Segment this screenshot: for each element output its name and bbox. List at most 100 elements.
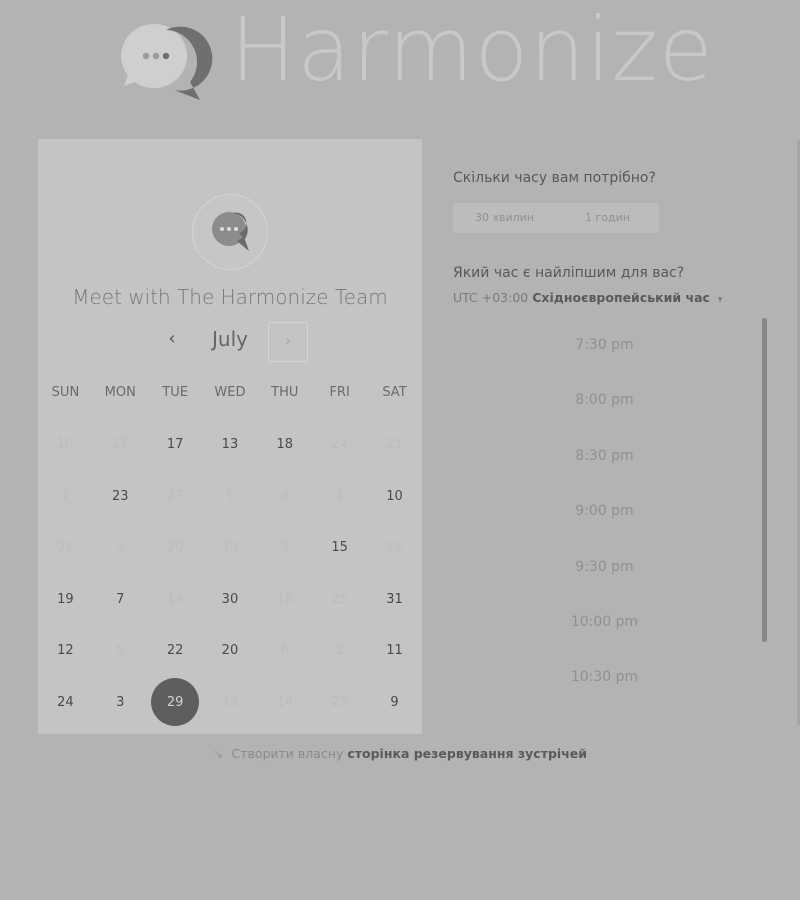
time-slot-scrollbar[interactable] [762, 318, 767, 642]
month-navigation: ‹ July › [38, 321, 422, 362]
calendar-day[interactable]: 22 [148, 625, 203, 677]
weekday-label: WED [214, 385, 246, 400]
time-slot[interactable]: 9:00 pm [453, 484, 756, 539]
calendar-day-number: 13 [221, 694, 239, 710]
calendar-day[interactable]: 11 [367, 625, 422, 677]
calendar-day-number: 26 [57, 540, 74, 555]
meeting-title: Meet with The Harmonize Team [72, 285, 388, 309]
calendar-day-number: 18 [276, 437, 294, 452]
calendar-day-number: 11 [386, 643, 403, 658]
calendar-day[interactable]: 7 [93, 574, 148, 626]
weekday-label: SAT [382, 385, 407, 400]
avatar [192, 194, 268, 270]
weekday-label: MON [104, 385, 136, 400]
calendar-day-number: 2 [61, 488, 70, 504]
calendar-day-number: 7 [116, 591, 125, 607]
calendar-day: 2 [38, 471, 93, 523]
calendar-day: 13 [203, 677, 258, 729]
calendar-day[interactable]: 19 [38, 574, 93, 626]
calendar-card: Meet with The Harmonize Team ‹ July › SU… [38, 139, 422, 734]
time-slot[interactable]: 8:00 pm [453, 373, 756, 428]
calendar-day: 25 [312, 677, 367, 729]
next-month-button[interactable]: › [268, 322, 308, 362]
calendar-day: 9 [257, 522, 312, 574]
calendar-day-number: 20 [221, 643, 239, 658]
calendar-day[interactable]: 10 [367, 471, 422, 523]
calendar-week-row: 26 2 20 30 9 15 22 [38, 522, 422, 574]
duration-option-30min[interactable]: 30 хвилин [453, 203, 556, 233]
calendar-day: 1 [312, 471, 367, 523]
calendar-day-selected[interactable]: 29 [148, 677, 203, 729]
calendar-day-number: 1 [335, 488, 344, 504]
calendar-day[interactable]: 9 [367, 677, 422, 729]
logo-text: Harmonize [230, 0, 714, 101]
arrow-icon: ↘ [212, 746, 224, 761]
calendar-day: 24 [312, 419, 367, 471]
calendar-day[interactable]: 30 [203, 574, 258, 626]
calendar-day-number: 3 [116, 694, 125, 710]
time-slot[interactable]: 7:30 pm [453, 318, 756, 373]
calendar-day-number: 22 [166, 643, 184, 658]
calendar-day-number: 13 [221, 437, 239, 452]
speech-bubble-icon [121, 24, 213, 101]
calendar-day-number: 30 [221, 591, 239, 607]
calendar-day-number: 24 [57, 694, 74, 710]
calendar-day[interactable]: 24 [38, 677, 93, 729]
calendar-day[interactable]: 20 [203, 625, 258, 677]
chevron-down-icon: ▾ [717, 295, 723, 305]
calendar-day[interactable]: 13 [203, 419, 258, 471]
calendar-day[interactable]: 3 [93, 677, 148, 729]
calendar-day-number: 20 [166, 540, 184, 555]
calendar-day-number: 18 [276, 591, 294, 607]
calendar-day[interactable]: 18 [257, 419, 312, 471]
day-grid: 10 17 17 13 18 24 21 2 23 27 5 4 1 10 26 2 20 30 9 15 22 19 7 1… [38, 419, 422, 728]
weekday-label: FRI [329, 385, 350, 400]
calendar-day[interactable]: 12 [38, 625, 93, 677]
weekday-label: SUN [51, 385, 80, 400]
footer-text: Створити власну [231, 746, 344, 761]
prev-month-button[interactable]: ‹ [160, 327, 184, 351]
calendar-day: 22 [367, 522, 422, 574]
time-slot-list: 7:30 pm 8:00 pm 8:30 pm 9:00 pm 9:30 pm … [453, 318, 756, 706]
calendar-day: 2 [93, 522, 148, 574]
time-slot[interactable]: 8:30 pm [453, 429, 756, 484]
calendar-day-number: 10 [386, 488, 403, 504]
weekday-label: THU [271, 385, 299, 400]
chat-bubble-icon [212, 212, 249, 251]
calendar-day-number: 15 [331, 540, 348, 555]
calendar-day: 26 [38, 522, 93, 574]
timezone-selector[interactable]: UTC +03:00 Східноєвропейський час ▾ [453, 290, 722, 305]
calendar-week-row: 2 23 27 5 4 1 10 [38, 471, 422, 523]
calendar-day: 21 [367, 419, 422, 471]
duration-question: Скільки часу вам потрібно? [453, 170, 656, 186]
calendar-day-number: 2 [335, 643, 344, 658]
calendar-day-number: 2 [116, 540, 125, 555]
calendar-day-number: 10 [57, 437, 74, 452]
calendar-day-number: 14 [166, 591, 184, 607]
month-label: July [212, 327, 248, 351]
calendar-day: 27 [148, 471, 203, 523]
calendar-day-number: 27 [166, 488, 184, 504]
calendar-day-number: 23 [111, 488, 129, 504]
harmonize-logo: Harmonize [118, 0, 738, 102]
calendar-day[interactable]: 17 [148, 419, 203, 471]
calendar-day: 14 [148, 574, 203, 626]
calendar-day: 6 [257, 625, 312, 677]
time-slot[interactable]: 9:30 pm [453, 540, 756, 595]
calendar-day[interactable]: 23 [93, 471, 148, 523]
time-slot[interactable]: 10:00 pm [453, 595, 756, 650]
calendar-day-number: 9 [280, 540, 289, 555]
calendar-day-number: 31 [386, 591, 403, 607]
calendar-day[interactable]: 15 [312, 522, 367, 574]
calendar-day[interactable]: 31 [367, 574, 422, 626]
calendar-day-number: 22 [386, 540, 403, 555]
calendar-day: 25 [312, 574, 367, 626]
create-booking-page-link[interactable]: сторінка резервування зустрічей [347, 746, 587, 761]
calendar-day: 30 [203, 522, 258, 574]
calendar-week-row: 10 17 17 13 18 24 21 [38, 419, 422, 471]
duration-option-1hour[interactable]: 1 годин [556, 203, 659, 233]
calendar-day: 5 [203, 471, 258, 523]
time-slot[interactable]: 10:30 pm [453, 650, 756, 705]
timezone-offset: UTC +03:00 [453, 290, 529, 305]
calendar-day: 18 [257, 574, 312, 626]
